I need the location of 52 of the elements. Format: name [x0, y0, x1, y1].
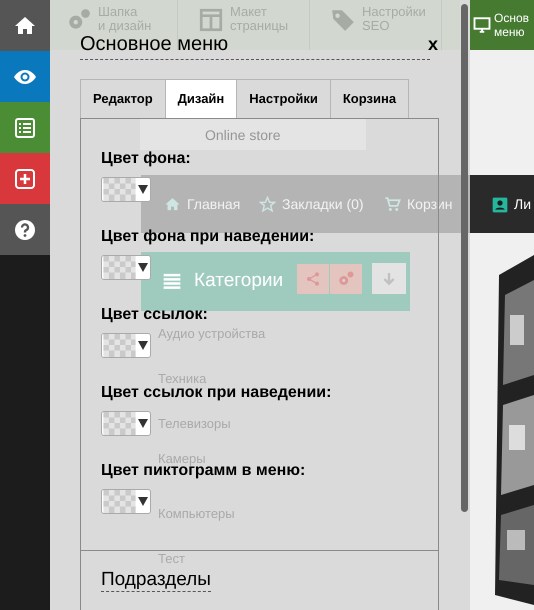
settings-icon — [337, 270, 355, 288]
tab[interactable]: Редактор — [80, 79, 166, 119]
account-link[interactable]: Ли — [492, 194, 532, 215]
user-icon — [492, 196, 508, 212]
dropdown-arrow-icon — [138, 262, 148, 272]
logo-tagline: Online store — [205, 127, 280, 143]
transparent-swatch-icon — [102, 256, 137, 279]
dropdown-arrow-icon — [138, 418, 148, 428]
transparent-swatch-icon — [102, 334, 137, 357]
sidebar-button[interactable] — [0, 204, 50, 255]
close-button[interactable]: x — [428, 35, 438, 53]
field-label: Цвет ссылок: — [101, 305, 208, 325]
dropdown-arrow-icon — [138, 496, 148, 506]
transparent-swatch-icon — [102, 412, 137, 435]
sidebar-button[interactable] — [0, 153, 50, 204]
field-label: Цвет фона при наведении: — [101, 227, 314, 247]
categories-title[interactable]: Категории — [162, 270, 284, 292]
star-icon — [259, 196, 276, 212]
sidebar-button[interactable] — [0, 0, 50, 51]
plus-icon — [13, 166, 37, 190]
share-icon — [305, 271, 321, 287]
dropdown-arrow-icon — [138, 184, 148, 194]
color-picker[interactable] — [101, 411, 151, 436]
tab[interactable]: Дизайн — [166, 79, 238, 119]
sidebar-button[interactable] — [0, 51, 50, 102]
arrow-down-icon — [381, 270, 397, 286]
color-picker[interactable] — [101, 177, 151, 202]
scrollbar-thumb[interactable] — [461, 4, 468, 512]
list-icon — [13, 116, 37, 140]
monitor-icon — [473, 16, 491, 34]
dropdown-arrow-icon — [138, 340, 148, 350]
field-label: Цвет фона: — [101, 149, 191, 169]
transparent-swatch-icon — [102, 490, 137, 513]
panel-title: Основное меню — [80, 34, 228, 55]
help-icon — [13, 218, 37, 242]
nav-link[interactable]: Главная — [164, 194, 240, 214]
color-picker[interactable] — [101, 255, 151, 280]
color-picker[interactable] — [101, 333, 151, 358]
home-icon — [164, 196, 181, 212]
transparent-swatch-icon — [102, 178, 137, 201]
tab[interactable]: Настройки — [237, 79, 331, 119]
tab[interactable]: Корзина — [330, 79, 410, 119]
nav-link[interactable]: Закладки (0) — [259, 194, 364, 214]
main-menu-button[interactable]: Основ меню — [470, 0, 534, 50]
menu-icon — [162, 271, 182, 291]
section-heading[interactable]: Подразделы — [101, 569, 211, 592]
color-picker[interactable] — [101, 489, 151, 514]
layout-icon — [198, 7, 224, 33]
cart-icon — [384, 196, 401, 212]
field-label: Цвет ссылок при наведении: — [101, 384, 332, 403]
sidebar-button[interactable] — [0, 102, 50, 153]
account-bar — [470, 175, 534, 233]
